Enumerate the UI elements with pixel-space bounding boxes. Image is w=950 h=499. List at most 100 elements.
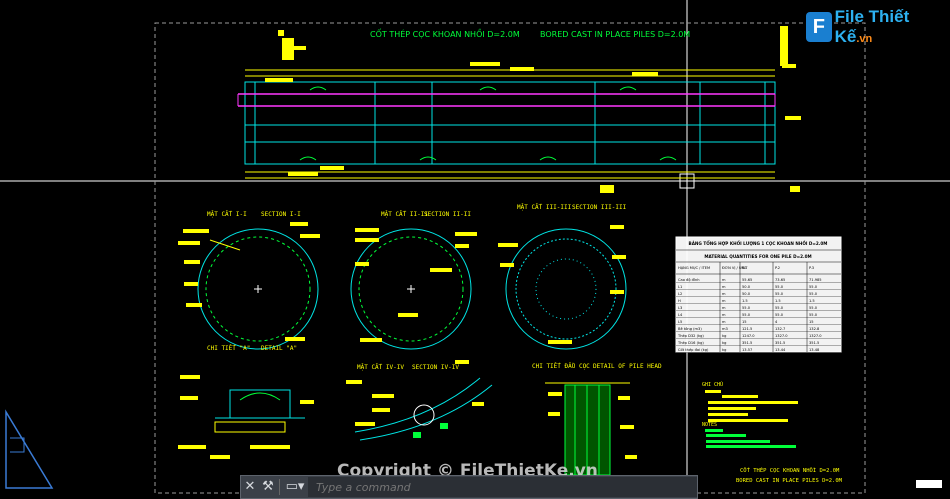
table-cell: 55.0: [809, 313, 818, 317]
customize-wrench-icon[interactable]: ⚒: [259, 478, 277, 496]
table-cell: m: [722, 313, 726, 317]
table-cell: 121.5: [742, 327, 752, 331]
elevation-callouts: [265, 26, 801, 193]
table-cell: 132.7: [775, 327, 785, 331]
table-cell: 55.0: [775, 313, 784, 317]
table-cell: 1247.0: [742, 334, 755, 338]
pile-head-label-en: DETAIL OF PILE HEAD: [593, 363, 662, 370]
ucs-icon: [5, 409, 54, 489]
table-cell: Cốt thép đai (kg): [678, 348, 709, 352]
table-cell: 55.0: [742, 306, 751, 310]
table-cell: 1327.0: [809, 334, 822, 338]
table-cell: 351.5: [775, 341, 785, 345]
table-header-cell: P.3: [809, 266, 814, 270]
table-cell: 1.5: [742, 299, 748, 303]
main-title-vn: CỐT THÉP CỌC KHOAN NHỒI D=2.0M: [370, 27, 520, 39]
table-cell: L1: [678, 285, 682, 289]
table-cell: 1327.0: [775, 334, 788, 338]
table-cell: 1.5: [809, 299, 815, 303]
table-cell: 132.8: [809, 327, 820, 331]
table-cell: m: [722, 299, 726, 303]
table-cell: m: [722, 306, 726, 310]
cad-drawing-canvas[interactable]: CỐT THÉP CỌC KHOAN NHỒI D=2.0M BORED CAS…: [0, 0, 950, 498]
table-cell: 73.65: [775, 278, 785, 282]
section-iii-circle: [505, 228, 627, 350]
table-cell: m: [722, 285, 726, 289]
table-cell: 55.0: [775, 285, 784, 289]
logo-mark: F: [806, 12, 832, 42]
section-callouts: [178, 222, 626, 344]
table-cell: kg: [722, 334, 726, 338]
table-cell: L4: [678, 313, 683, 317]
table-cell: L3: [678, 306, 682, 310]
section-iii-label-en: SECTION III-III: [572, 204, 627, 211]
table-title-en: MATERIAL QUANTITIES FOR ONE PILE D=2.0M: [704, 254, 811, 259]
layout-tab-indicator[interactable]: [916, 480, 942, 488]
table-cell: H: [678, 299, 681, 303]
logo-text: File Thiết Kế.vn: [834, 7, 910, 46]
table-cell: 15: [742, 320, 747, 324]
table-cell: Cao độ đỉnh: [678, 278, 700, 282]
section-iv-label-en: SECTION IV-IV: [412, 364, 459, 371]
pile-head-label-vn: CHI TIẾT ĐẦU CỌC: [532, 362, 590, 370]
table-cell: 50.0: [742, 292, 751, 296]
table-cell: 13.48: [809, 348, 820, 352]
section-iv-label-vn: MẶT CẮT IV-IV: [357, 364, 404, 371]
table-cell: 55.65: [742, 278, 752, 282]
detail-a-label-en: DETAIL "A": [261, 345, 297, 352]
table-cell: m3: [722, 327, 728, 331]
detail-a-drawing: [214, 389, 305, 433]
table-header-cell: P.1: [742, 266, 747, 270]
table-cell: 15: [809, 320, 814, 324]
filethietke-logo: F File Thiết Kế.vn: [806, 7, 950, 46]
section-i-label-vn: MẶT CẮT I-I: [207, 211, 247, 218]
section-ii-label-en: SECTION II-II: [424, 211, 471, 218]
notes-label: NOTES: [702, 422, 717, 428]
section-ii-circle: [350, 228, 472, 350]
table-cell: 55.0: [775, 306, 784, 310]
bottom-title-vn: CỐT THÉP CỌC KHOAN NHỒI D=2.0M: [740, 466, 840, 474]
detail-a-label-vn: CHI TIẾT "A": [207, 344, 250, 352]
table-cell: 55.0: [809, 292, 818, 296]
table-cell: 71.985: [809, 278, 822, 282]
main-title-en: BORED CAST IN PLACE PILES D=2.0M: [540, 30, 690, 39]
detail-a-callouts: [178, 375, 314, 459]
table-cell: m: [722, 278, 726, 282]
table-cell: 351.5: [809, 341, 819, 345]
table-cell: 55.0: [809, 285, 818, 289]
table-cell: kg: [722, 341, 726, 345]
table-cell: Bê tông (m3): [678, 327, 702, 331]
table-cell: 55.0: [775, 292, 784, 296]
table-cell: 55.0: [742, 313, 751, 317]
section-i-circle: [197, 228, 319, 350]
table-header-cell: P.2: [775, 266, 780, 270]
table-cell: m: [722, 320, 726, 324]
bottom-title-en: BORED CAST IN PLACE PILES D=2.0M: [736, 478, 843, 484]
table-cell: L5: [678, 320, 682, 324]
section-ii-label-vn: MẶT CẮT II-II: [381, 211, 428, 218]
notes-block: GHI CHÚ NOTES: [702, 381, 798, 448]
table-cell: kg: [722, 348, 726, 352]
notes-title: GHI CHÚ: [702, 381, 723, 388]
table-cell: 50.0: [742, 285, 751, 289]
table-cell: Thép D32 (kg): [677, 334, 704, 338]
table-cell: 351.5: [742, 341, 752, 345]
table-cell: m: [722, 292, 726, 296]
table-cell: 55.0: [809, 306, 818, 310]
table-cell: L2: [678, 292, 682, 296]
pile-elevation: [237, 69, 776, 179]
table-title-vn: BẢNG TỔNG HỢP KHỐI LƯỢNG 1 CỌC KHOAN NHỒ…: [689, 241, 828, 246]
command-input[interactable]: [308, 477, 697, 497]
table-cell: Thép D16 (kg): [677, 341, 704, 345]
section-i-label-en: SECTION I-I: [261, 211, 301, 218]
table-cell: 13.44: [775, 348, 786, 352]
close-command-line-icon[interactable]: ✕: [241, 478, 259, 496]
section-iii-label-vn: MẶT CẮT III-III: [517, 204, 572, 211]
quantity-table: BẢNG TỔNG HỢP KHỐI LƯỢNG 1 CỌC KHOAN NHỒ…: [675, 236, 842, 353]
table-cell: 1.5: [775, 299, 781, 303]
table-header-cell: HẠNG MỤC / ITEM: [678, 266, 710, 270]
command-line-divider: [279, 479, 280, 495]
table-cell: 13.57: [742, 348, 752, 352]
recent-commands-icon[interactable]: ▭▾: [282, 478, 308, 496]
command-line-bar: ✕ ⚒ ▭▾: [240, 475, 698, 499]
